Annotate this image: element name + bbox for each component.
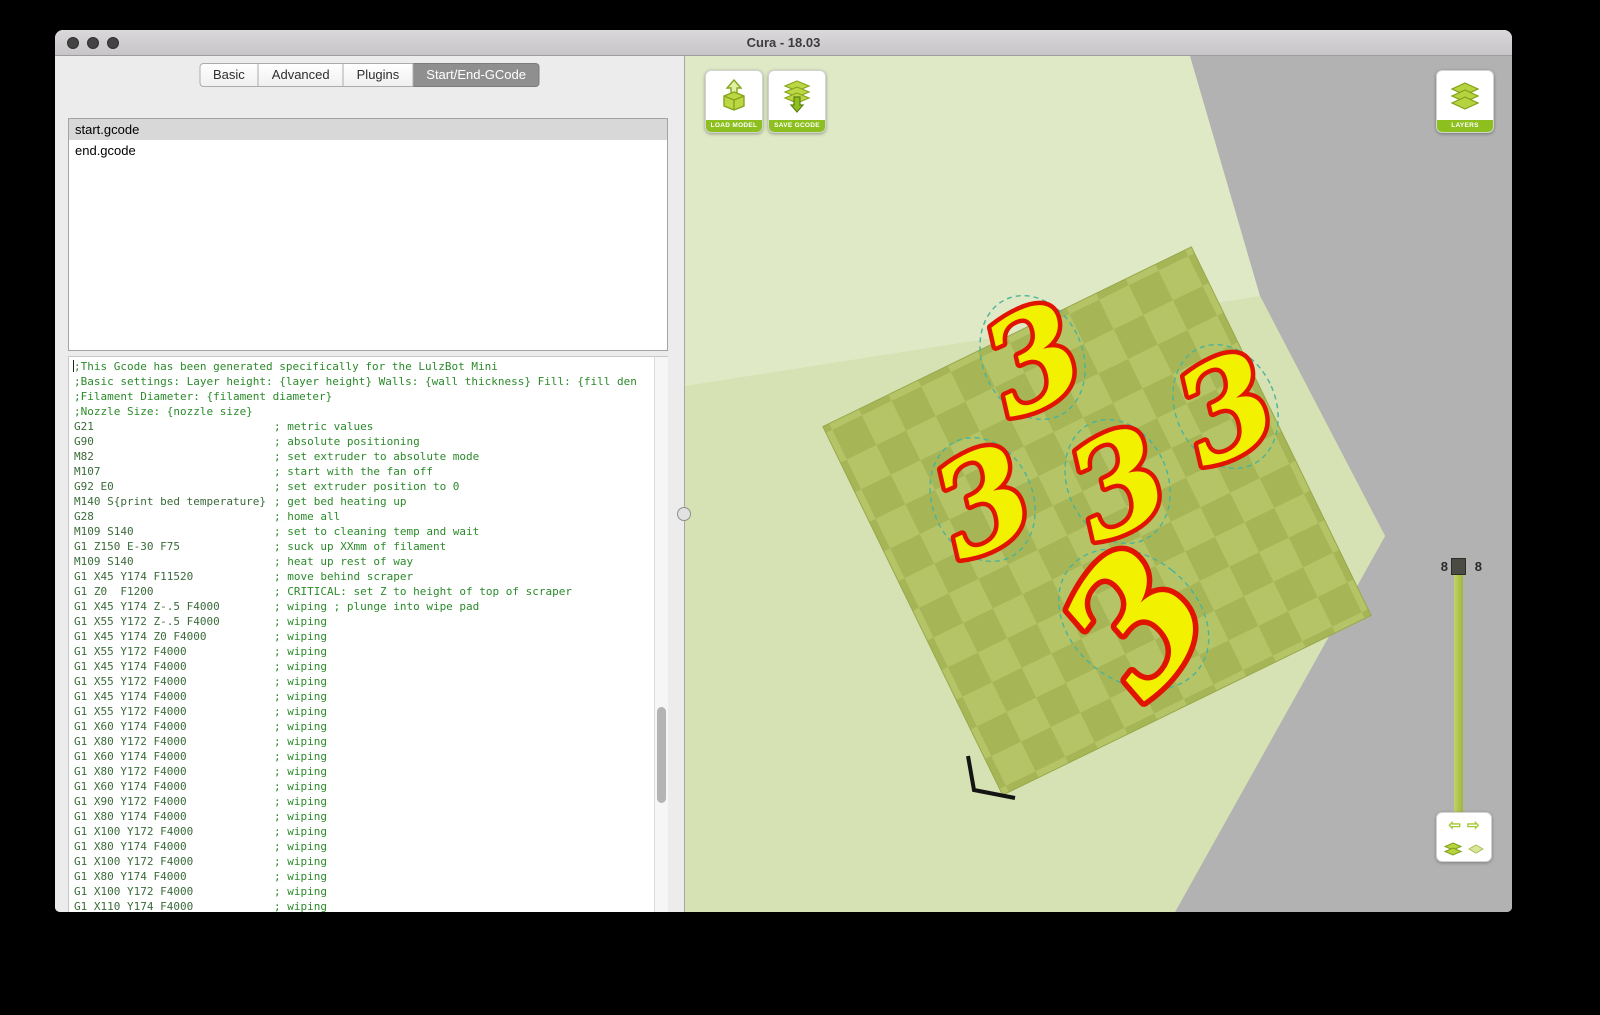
gcode-line: ;This Gcode has been generated specifica… [74,360,498,373]
minimize-button[interactable] [87,37,99,49]
gcode-line: ;Nozzle Size: {nozzle size} [74,405,253,418]
tab-basic[interactable]: Basic [199,63,259,87]
window-content: Basic Advanced Plugins Start/End-GCode star… [55,56,1512,912]
gcode-line: G1 Z0 F1200; CRITICAL: set Z to height o… [74,585,573,598]
gcode-line: G92 E0; set extruder position to 0 [74,480,460,493]
gcode-line: M82; set extruder to absolute mode [74,450,480,463]
tab-advanced[interactable]: Advanced [258,63,344,87]
gcode-line: G28; home all [74,510,341,523]
gcode-line: G1 X60 Y174 F4000; wiping [74,780,327,793]
file-item-start.gcode[interactable]: start.gcode [69,119,667,140]
gcode-line: G1 X80 Y172 F4000; wiping [74,735,327,748]
title-bar[interactable]: Cura - 18.03 [55,30,1512,56]
layers-view-button[interactable]: LAYERS [1436,70,1494,133]
save-gcode-button[interactable]: SAVE GCODE [768,70,826,133]
layers-icon [1437,71,1493,120]
layer-flat-icon[interactable] [1468,844,1484,854]
gcode-line: G1 X45 Y174 F4000; wiping [74,690,327,703]
editor-vertical-scrollbar[interactable] [654,357,668,912]
app-window: Cura - 18.03 Basic Advanced Plugins Start/E… [55,30,1512,912]
gcode-line: G1 X60 Y174 F4000; wiping [74,750,327,763]
gcode-line: G1 X55 Y172 Z-.5 F4000; wiping [74,615,327,628]
layer-nav-panel: ⇦ ⇨ [1436,812,1492,862]
tab-plugins[interactable]: Plugins [343,63,414,87]
gcode-line: M109 S140; heat up rest of way [74,555,414,568]
gcode-line: G1 X80 Y174 F4000; wiping [74,810,327,823]
layer-prev-icon[interactable]: ⇦ [1448,818,1461,833]
gcode-file-list[interactable]: start.gcode end.gcode [68,118,668,351]
gcode-line: M140 S{print bed temperature}; get bed h… [74,495,407,508]
layer-slider-track[interactable] [1454,564,1463,820]
load-model-button[interactable]: LOAD MODEL [705,70,763,133]
layer-slider-handle[interactable] [1451,558,1466,575]
3d-viewport[interactable]: 3 3 3 3 3 LOAD MODEL SAVE GCODE LAYERS 8… [685,56,1512,912]
load-model-icon [706,71,762,120]
gcode-line: G1 X80 Y174 F4000; wiping [74,870,327,883]
vertical-scrollbar-thumb[interactable] [657,707,666,803]
gcode-line: G21; metric values [74,420,374,433]
gcode-line: G1 X55 Y172 F4000; wiping [74,705,327,718]
gcode-line: G90; absolute positioning [74,435,420,448]
gcode-line: G1 X45 Y174 Z-.5 F4000; wiping ; plunge … [74,600,480,613]
panel-splitter-handle[interactable] [677,507,691,521]
gcode-line: G1 X45 Y174 Z0 F4000; wiping [74,630,327,643]
gcode-line: G1 X80 Y174 F4000; wiping [74,840,327,853]
tab-bar: Basic Advanced Plugins Start/End-GCode [199,63,540,87]
gcode-line: ;Filament Diameter: {filament diameter} [74,390,333,403]
file-item-end.gcode[interactable]: end.gcode [69,140,667,161]
gcode-line: G1 X60 Y174 F4000; wiping [74,720,327,733]
window-title: Cura - 18.03 [746,35,821,50]
gcode-line: G1 X55 Y172 F4000; wiping [74,675,327,688]
save-gcode-icon [769,71,825,120]
gcode-line: G1 X45 Y174 F11520; move behind scraper [74,570,414,583]
gcode-line: G1 X90 Y172 F4000; wiping [74,795,327,808]
zoom-button[interactable] [107,37,119,49]
gcode-line: G1 X100 Y172 F4000; wiping [74,825,327,838]
settings-panel: Basic Advanced Plugins Start/End-GCode star… [55,56,691,912]
layer-stack-icon[interactable] [1444,842,1462,856]
save-gcode-label: SAVE GCODE [769,120,825,132]
gcode-text[interactable]: ;This Gcode has been generated specifica… [74,359,653,912]
gcode-line: ;Basic settings: Layer height: {layer he… [74,375,637,388]
load-model-label: LOAD MODEL [706,120,762,132]
3d-scene: 3 3 3 3 3 [685,56,1385,912]
close-button[interactable] [67,37,79,49]
layer-number-right: 8 [1474,559,1482,574]
layer-next-icon[interactable]: ⇨ [1467,818,1480,833]
tab-start-end-gcode[interactable]: Start/End-GCode [413,63,540,87]
gcode-line: G1 X110 Y174 F4000; wiping [74,900,327,912]
layers-label: LAYERS [1437,120,1493,132]
gcode-line: G1 X55 Y172 F4000; wiping [74,645,327,658]
gcode-line: G1 X45 Y174 F4000; wiping [74,660,327,673]
gcode-line: G1 Z150 E-30 F75; suck up XXmm of filame… [74,540,447,553]
gcode-line: G1 X100 Y172 F4000; wiping [74,885,327,898]
gcode-editor[interactable]: ;This Gcode has been generated specifica… [68,356,668,912]
gcode-line: M107; start with the fan off [74,465,433,478]
gcode-line: G1 X100 Y172 F4000; wiping [74,855,327,868]
layer-number-left: 8 [1440,559,1448,574]
gcode-line: G1 X80 Y172 F4000; wiping [74,765,327,778]
gcode-line: M109 S140; set to cleaning temp and wait [74,525,480,538]
